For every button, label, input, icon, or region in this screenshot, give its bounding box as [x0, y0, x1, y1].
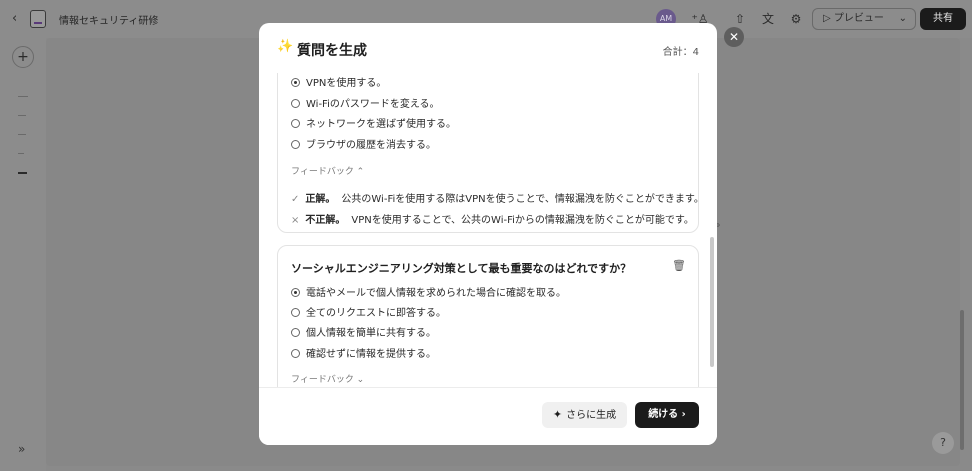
dialog-scrollbar[interactable] — [710, 237, 714, 367]
question-card: VPNを使用する。 Wi-Fiのパスワードを変える。 ネットワークを選ばず使用す… — [277, 73, 704, 233]
option-label: ネットワークを選ばず使用する。 — [306, 119, 456, 130]
option-label: 全てのリクエストに即答する。 — [306, 308, 446, 319]
option-label: VPNを使用する。 — [306, 78, 387, 89]
radio-icon[interactable] — [291, 99, 300, 108]
option-label: 確認せずに情報を提供する。 — [306, 349, 436, 360]
generate-more-label: さらに生成 — [566, 410, 617, 421]
preview-button[interactable]: ▷ プレビュー ⌄ — [812, 8, 916, 30]
page-indicator[interactable] — [18, 153, 24, 154]
question-text[interactable]: ソーシャルエンジニアリング対策として最も重要なのはどれですか？ — [291, 260, 631, 276]
radio-selected-icon[interactable] — [291, 288, 300, 297]
continue-button[interactable]: 続ける › — [635, 402, 699, 428]
check-icon: ✓ — [291, 194, 300, 205]
feedback-correct: ✓ 正解。 公共のWi-Fiを使用する際はVPNを使うことで、情報漏洩を防ぐことがで… — [291, 190, 704, 205]
chevron-down-icon: ⌄ — [898, 13, 907, 24]
close-icon[interactable]: ✕ — [724, 27, 744, 47]
feedback-text: VPNを使用することで、公共のWi-Fiからの情報漏洩を防ぐことが可能です。 — [351, 215, 694, 226]
generate-more-button[interactable]: ✦ さらに生成 — [542, 402, 627, 428]
radio-icon[interactable] — [291, 328, 300, 337]
option-item[interactable]: ネットワークを選ばず使用する。 — [291, 115, 456, 130]
feedback-toggle[interactable]: フィードバック ⌃ — [291, 164, 364, 177]
settings-icon[interactable]: ⚙ — [786, 9, 806, 29]
question-total: 合計：4 — [662, 47, 699, 58]
feedback-toggle[interactable]: フィードバック ⌄ — [291, 372, 364, 385]
page-indicator-active[interactable] — [18, 172, 27, 174]
option-item[interactable]: 確認せずに情報を提供する。 — [291, 345, 436, 360]
preview-label: ▷ プレビュー — [823, 13, 884, 24]
radio-icon[interactable] — [291, 349, 300, 358]
option-label: Wi-Fiのパスワードを変える。 — [306, 99, 440, 110]
feedback-head: 正解。 — [305, 194, 336, 205]
sparkle-icon: ✦ — [552, 408, 563, 421]
option-label: 個人情報を簡単に共有する。 — [306, 328, 436, 339]
chevron-left-icon[interactable]: ‹ — [12, 11, 17, 26]
option-label: 電話やメールで個人情報を求められた場合に確認を取る。 — [306, 288, 566, 299]
radio-selected-icon[interactable] — [291, 78, 300, 87]
upload-icon[interactable]: ⇧ — [730, 9, 750, 29]
feedback-head: 不正解。 — [305, 215, 346, 226]
dialog-header: ✨ 質問を生成 合計：4 — [259, 23, 717, 73]
trash-icon[interactable]: 🗑 — [672, 259, 686, 273]
help-button[interactable]: ? — [932, 432, 954, 454]
dialog-body[interactable]: VPNを使用する。 Wi-Fiのパスワードを変える。 ネットワークを選ばず使用す… — [259, 73, 717, 387]
page-indicator[interactable] — [18, 96, 28, 97]
option-item[interactable]: ブラウザの履歴を消去する。 — [291, 136, 436, 151]
document-icon — [30, 10, 46, 28]
option-item[interactable]: VPNを使用する。 — [291, 74, 386, 89]
option-item[interactable]: Wi-Fiのパスワードを変える。 — [291, 95, 440, 110]
translate-icon[interactable]: 文 — [758, 9, 778, 29]
option-item[interactable]: 全てのリクエストに即答する。 — [291, 304, 446, 319]
option-item[interactable]: 個人情報を簡単に共有する。 — [291, 324, 436, 339]
feedback-text: 公共のWi-Fiを使用する際はVPNを使うことで、情報漏洩を防ぐことができます。 — [341, 194, 704, 205]
option-item[interactable]: 電話やメールで個人情報を求められた場合に確認を取る。 — [291, 284, 566, 299]
radio-icon[interactable] — [291, 140, 300, 149]
sparkle-icon: ✨ — [277, 39, 294, 54]
page-scrollbar[interactable] — [960, 310, 964, 450]
option-label: ブラウザの履歴を消去する。 — [306, 140, 436, 151]
canvas-text: 。 — [716, 218, 726, 229]
dialog-footer: ✦ さらに生成 続ける › — [259, 387, 717, 445]
add-page-button[interactable]: + — [12, 46, 34, 68]
left-rail: + » — [0, 38, 46, 471]
document-title: 情報セキュリティ研修 — [59, 16, 159, 27]
feedback-incorrect: × 不正解。 VPNを使用することで、公共のWi-Fiからの情報漏洩を防ぐことが可能… — [291, 211, 694, 226]
page-indicator[interactable] — [18, 115, 26, 116]
expand-icon[interactable]: » — [18, 442, 25, 456]
page-indicator[interactable] — [18, 134, 26, 135]
dialog-title: 質問を生成 — [297, 43, 367, 59]
generate-questions-dialog: ✨ 質問を生成 合計：4 VPNを使用する。 Wi-Fiのパスワードを変える。 … — [259, 23, 717, 445]
radio-icon[interactable] — [291, 308, 300, 317]
radio-icon[interactable] — [291, 119, 300, 128]
cross-icon: × — [291, 215, 300, 226]
question-card: ソーシャルエンジニアリング対策として最も重要なのはどれですか？ 🗑 電話やメール… — [277, 245, 699, 387]
share-button[interactable]: 共有 — [920, 8, 966, 30]
